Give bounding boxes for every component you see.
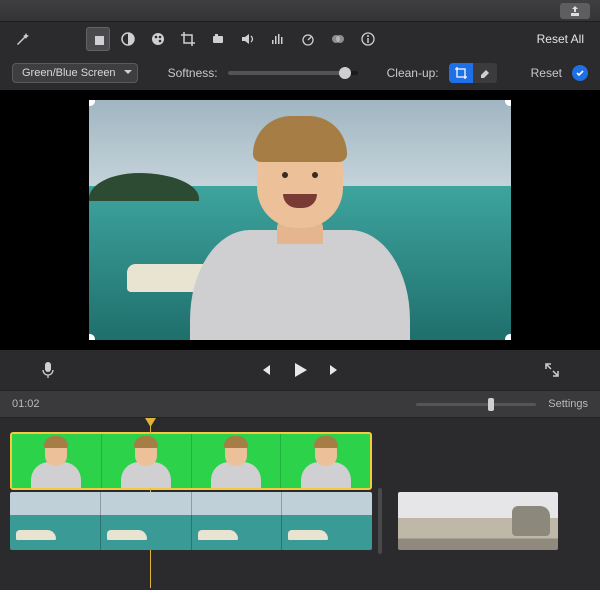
play-icon	[291, 361, 309, 379]
fullscreen-button[interactable]	[544, 362, 560, 378]
beach-clip[interactable]	[398, 492, 558, 550]
share-button[interactable]	[560, 3, 590, 19]
preview-viewer[interactable]	[0, 90, 600, 350]
crop-handle-br[interactable]	[505, 334, 511, 340]
overlay-controls-button[interactable]	[86, 27, 110, 51]
stabilization-button[interactable]	[206, 27, 230, 51]
clip-thumbnail	[280, 434, 370, 488]
clip-thumbnail	[100, 492, 191, 550]
skip-forward-button[interactable]	[327, 362, 343, 378]
magic-wand-icon	[14, 31, 30, 47]
skip-back-icon	[257, 362, 273, 378]
clip-gap-handle[interactable]	[378, 488, 382, 554]
color-balance-button[interactable]	[116, 27, 140, 51]
noise-eq-button[interactable]	[266, 27, 290, 51]
inspector-toolbar: Reset All	[0, 22, 600, 56]
skip-back-button[interactable]	[257, 362, 273, 378]
filter-icon	[330, 31, 346, 47]
skip-forward-icon	[327, 362, 343, 378]
crop-button[interactable]	[176, 27, 200, 51]
clip-thumbnail	[12, 434, 101, 488]
color-correction-button[interactable]	[146, 27, 170, 51]
clip-thumbnail	[191, 492, 282, 550]
share-icon	[569, 5, 581, 17]
clip-filter-button[interactable]	[326, 27, 350, 51]
timeline[interactable]	[0, 418, 600, 588]
color-balance-icon	[120, 31, 136, 47]
clip-thumbnail	[191, 434, 281, 488]
cleanup-crop-tool[interactable]	[449, 63, 473, 83]
microphone-icon	[40, 360, 56, 380]
timeline-header: 01:02 Settings	[0, 390, 600, 418]
clip-thumbnail	[101, 434, 191, 488]
background-video-clip[interactable]	[10, 492, 372, 550]
equalizer-icon	[270, 31, 286, 47]
cleanup-label: Clean-up:	[387, 66, 439, 80]
window-titlebar	[0, 0, 600, 22]
crop-icon	[180, 31, 196, 47]
softness-label: Softness:	[168, 66, 218, 80]
clip-thumbnail	[10, 492, 100, 550]
speed-button[interactable]	[296, 27, 320, 51]
softness-slider[interactable]	[228, 71, 358, 75]
expand-icon	[544, 362, 560, 378]
overlay-icon	[90, 31, 106, 47]
cleanup-crop-icon	[454, 66, 468, 80]
volume-icon	[240, 31, 256, 47]
voiceover-button[interactable]	[40, 360, 56, 380]
play-button[interactable]	[291, 361, 309, 379]
volume-button[interactable]	[236, 27, 260, 51]
overlay-controls-row: Green/Blue Screen Softness: Clean-up: Re…	[0, 56, 600, 90]
composited-subject	[190, 130, 410, 340]
cleanup-eraser-tool[interactable]	[473, 63, 497, 83]
cleanup-eraser-icon	[478, 66, 492, 80]
timeline-settings-button[interactable]: Settings	[548, 398, 588, 410]
reset-button[interactable]: Reset	[531, 66, 562, 80]
info-button[interactable]	[356, 27, 380, 51]
zoom-slider[interactable]	[416, 403, 536, 406]
clip-thumbnail	[281, 492, 372, 550]
stabilize-icon	[210, 31, 226, 47]
overlay-mode-value: Green/Blue Screen	[22, 67, 116, 79]
transport-bar	[0, 350, 600, 390]
magic-wand-button[interactable]	[10, 27, 34, 51]
reset-all-button[interactable]: Reset All	[531, 32, 590, 46]
overlay-mode-select[interactable]: Green/Blue Screen	[12, 63, 138, 83]
color-palette-icon	[150, 31, 166, 47]
timecode: 01:02	[12, 398, 40, 410]
cleanup-tool-segment	[449, 63, 497, 83]
check-icon	[575, 68, 585, 78]
speed-icon	[300, 31, 316, 47]
greenscreen-overlay-clip[interactable]	[10, 432, 372, 490]
info-icon	[360, 31, 376, 47]
preview-frame	[89, 100, 511, 340]
apply-check-button[interactable]	[572, 65, 588, 81]
